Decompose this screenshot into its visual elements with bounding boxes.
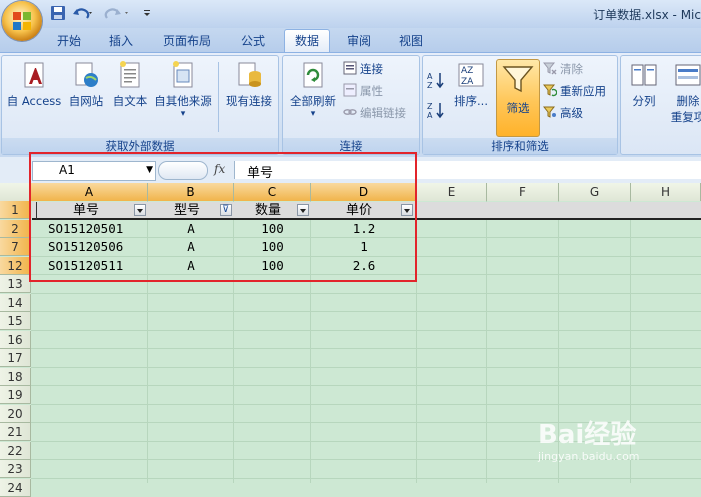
row-header[interactable]: 12: [0, 257, 31, 275]
reapply-icon: [543, 84, 557, 97]
remove-duplicates-label-2: 重复项: [670, 110, 701, 124]
column-header-e[interactable]: E: [417, 183, 487, 201]
remove-duplicates-button[interactable]: 删除 重复项: [667, 60, 701, 125]
row-header[interactable]: 23: [0, 460, 31, 478]
reapply-filter-button[interactable]: 重新应用: [543, 82, 606, 100]
clear-filter-icon: [543, 62, 557, 75]
filter-button[interactable]: 筛选: [496, 59, 540, 137]
tab-data[interactable]: 数据: [284, 29, 330, 52]
sort-descending-button[interactable]: ZA: [425, 100, 447, 123]
row-header[interactable]: 18: [0, 368, 31, 386]
tab-review[interactable]: 审阅: [338, 30, 380, 52]
group-external-data: 自 Access 自网站 自文本 自其他来源 ▾ 现有连接 获取外部数据: [1, 55, 279, 155]
from-access-button[interactable]: 自 Access: [6, 60, 62, 109]
refresh-icon: [303, 62, 323, 88]
row-header[interactable]: 14: [0, 294, 31, 312]
from-text-button[interactable]: 自文本: [108, 60, 152, 109]
svg-text:Z: Z: [427, 81, 433, 90]
highlight-box: [29, 152, 417, 282]
gridline: [31, 404, 701, 405]
office-logo-icon: [13, 12, 31, 30]
edit-links-icon: [343, 109, 357, 115]
refresh-all-button[interactable]: 全部刷新 ▾: [285, 60, 341, 119]
from-web-button[interactable]: 自网站: [64, 60, 108, 109]
row-header[interactable]: 7: [0, 238, 31, 256]
undo-icon[interactable]: [72, 5, 94, 21]
split-columns-icon: [631, 64, 657, 86]
column-header-g[interactable]: G: [559, 183, 631, 201]
row-header[interactable]: 16: [0, 331, 31, 349]
row-header[interactable]: 1: [0, 201, 31, 219]
group-separator: [218, 62, 219, 132]
other-sources-icon: [173, 61, 193, 88]
save-icon[interactable]: [50, 5, 66, 21]
svg-text:Z: Z: [427, 102, 433, 111]
window-title: 订单数据.xlsx - Mic: [593, 8, 701, 22]
row-header[interactable]: 15: [0, 312, 31, 330]
text-to-columns-button[interactable]: 分列: [623, 60, 665, 109]
svg-text:A: A: [427, 72, 433, 81]
watermark-brand: Bai经验: [538, 420, 637, 450]
access-icon: [24, 62, 44, 88]
tab-insert[interactable]: 插入: [100, 30, 142, 52]
row-header[interactable]: 21: [0, 423, 31, 441]
tab-home[interactable]: 开始: [48, 30, 90, 52]
sort-az-icon: AZ: [427, 72, 444, 90]
row-header[interactable]: 19: [0, 386, 31, 404]
advanced-filter-button[interactable]: 高级: [543, 104, 583, 122]
text-file-icon: [120, 61, 140, 88]
connections-icon: [343, 61, 357, 75]
tab-view[interactable]: 视图: [390, 30, 432, 52]
office-button[interactable]: [2, 1, 42, 41]
properties-button[interactable]: 属性: [343, 82, 383, 100]
svg-text:A: A: [427, 111, 433, 120]
filter-funnel-icon: [502, 66, 534, 93]
svg-text:AZ: AZ: [461, 66, 473, 76]
ribbon: 自 Access 自网站 自文本 自其他来源 ▾ 现有连接 获取外部数据 全部刷…: [0, 52, 701, 158]
gridline: [31, 367, 701, 368]
qat-customize-icon[interactable]: [142, 5, 152, 21]
svg-text:ZA: ZA: [461, 77, 474, 87]
gridline: [31, 330, 701, 331]
row-header[interactable]: 13: [0, 275, 31, 293]
ribbon-tabs: 开始 插入 页面布局 公式 数据 审阅 视图: [0, 28, 701, 52]
tab-page-layout[interactable]: 页面布局: [154, 30, 220, 52]
existing-connections-icon: [238, 62, 261, 87]
row-header[interactable]: 17: [0, 349, 31, 367]
row-header[interactable]: 22: [0, 442, 31, 460]
tab-formulas[interactable]: 公式: [232, 30, 274, 52]
gridline: [31, 385, 701, 386]
connections-button[interactable]: 连接: [343, 60, 383, 78]
column-header-h[interactable]: H: [631, 183, 701, 201]
group-connections: 全部刷新 ▾ 连接 属性 编辑链接 连接: [282, 55, 420, 155]
row-header[interactable]: 20: [0, 405, 31, 423]
gridline: [31, 348, 701, 349]
watermark: Bai经验 jingyan.baidu.com: [538, 408, 698, 478]
row-header[interactable]: 2: [0, 220, 31, 238]
gridline: [31, 478, 701, 479]
gridline: [31, 293, 701, 294]
existing-connections-button[interactable]: 现有连接: [222, 60, 276, 109]
filter-label: 筛选: [506, 101, 530, 115]
group-label-sort-filter: 排序和筛选: [423, 138, 617, 154]
remove-duplicates-icon: [675, 64, 701, 86]
sort-dialog-icon: AZZA: [458, 63, 484, 87]
group-data-tools: 分列 删除 重复项: [620, 55, 701, 155]
sort-ascending-button[interactable]: AZ: [425, 70, 447, 93]
watermark-url: jingyan.baidu.com: [538, 450, 640, 463]
properties-icon: [343, 83, 357, 97]
from-other-sources-button[interactable]: 自其他来源 ▾: [152, 60, 214, 119]
clear-filter-button[interactable]: 清除: [543, 60, 583, 78]
gridline: [31, 311, 701, 312]
column-header-f[interactable]: F: [487, 183, 559, 201]
web-icon: [75, 62, 98, 87]
edit-links-button[interactable]: 编辑链接: [343, 104, 406, 122]
title-bar: 订单数据.xlsx - Mic: [0, 0, 701, 28]
redo-icon[interactable]: [100, 5, 134, 21]
advanced-filter-icon: [543, 106, 556, 118]
sort-za-icon: ZA: [427, 102, 444, 120]
sort-button[interactable]: AZ ZA 排序...: [449, 60, 493, 109]
row-header[interactable]: 24: [0, 479, 31, 497]
select-all-corner[interactable]: [0, 183, 31, 201]
